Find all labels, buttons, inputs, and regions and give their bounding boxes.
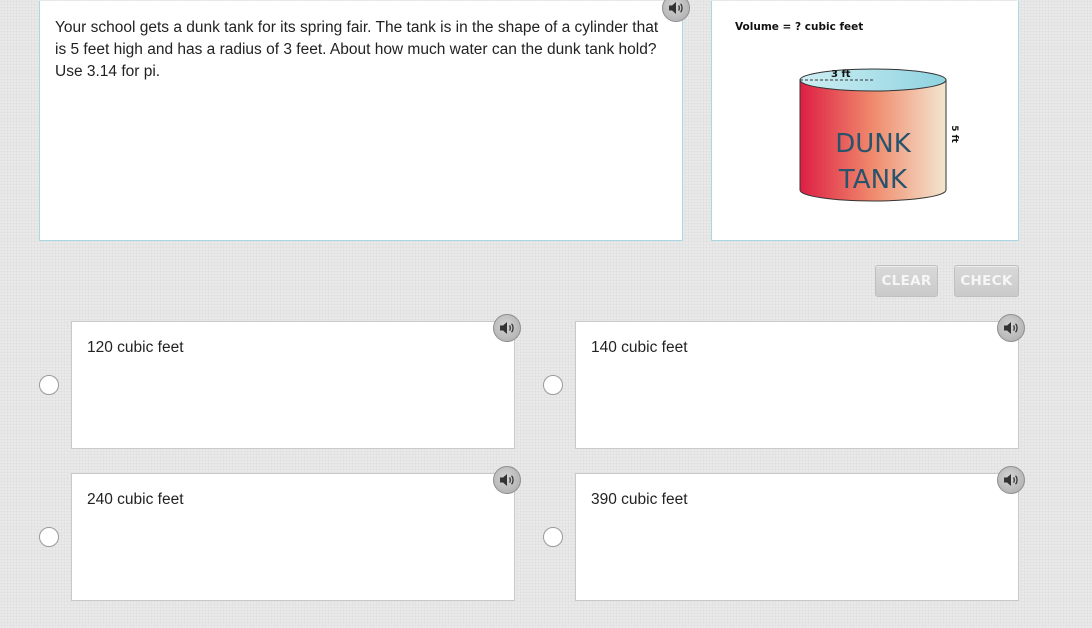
check-button[interactable]: CHECK <box>954 265 1019 297</box>
dunk-tank-figure: Volume = ? cubic feet 3 ft 5 ft DUNK TAN… <box>735 21 959 202</box>
figure-caption: Volume = ? cubic feet <box>735 21 863 33</box>
option-label-3: 240 cubic feet <box>87 491 184 508</box>
radius-label: 3 ft <box>831 69 851 80</box>
tank-text-line2: TANK <box>838 165 908 195</box>
question-text: Your school gets a dunk tank for its spr… <box>55 19 659 80</box>
option-audio-button-3[interactable] <box>493 466 521 494</box>
speaker-icon <box>500 474 514 486</box>
option-audio-button-2[interactable] <box>997 314 1025 342</box>
answer-option-4[interactable]: 390 cubic feet <box>575 466 1025 601</box>
question-audio-button[interactable] <box>662 0 690 22</box>
option-audio-button-1[interactable] <box>493 314 521 342</box>
answer-option-1[interactable]: 120 cubic feet <box>71 314 521 449</box>
option-radio-2[interactable] <box>543 375 563 395</box>
question-card: Your school gets a dunk tank for its spr… <box>39 0 690 241</box>
option-radio-1[interactable] <box>39 375 59 395</box>
option-radio-3[interactable] <box>39 527 59 547</box>
answer-option-2[interactable]: 140 cubic feet <box>575 314 1025 449</box>
option-label-2: 140 cubic feet <box>591 339 688 356</box>
option-label-4: 390 cubic feet <box>591 491 688 508</box>
speaker-icon <box>1004 322 1018 334</box>
speaker-icon <box>669 2 683 14</box>
option-label-1: 120 cubic feet <box>87 339 184 356</box>
figure-card: Volume = ? cubic feet 3 ft 5 ft DUNK TAN… <box>711 1 1019 241</box>
clear-button[interactable]: CLEAR <box>875 265 938 297</box>
answer-option-3[interactable]: 240 cubic feet <box>71 466 521 601</box>
speaker-icon <box>1004 474 1018 486</box>
speaker-icon <box>500 322 514 334</box>
height-label: 5 ft <box>949 125 959 143</box>
option-radio-4[interactable] <box>543 527 563 547</box>
tank-text-line1: DUNK <box>835 129 912 159</box>
option-audio-button-4[interactable] <box>997 466 1025 494</box>
